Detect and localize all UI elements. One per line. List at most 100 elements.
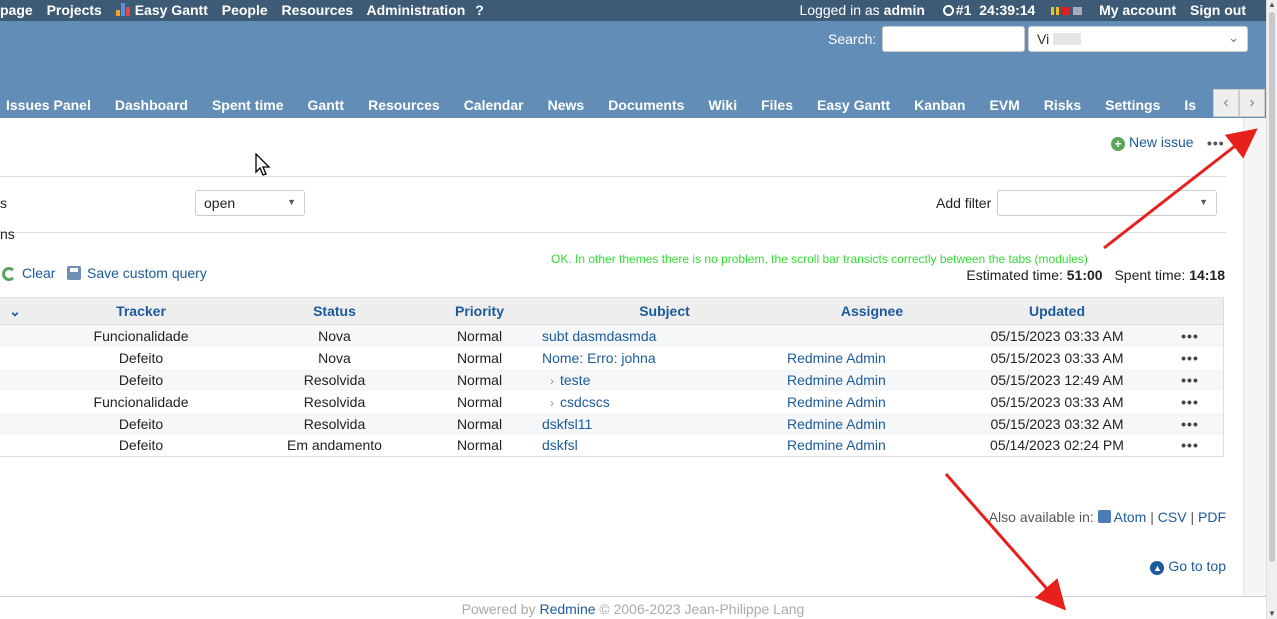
assignee-link[interactable]: Redmine Admin: [787, 416, 886, 432]
scrollbar-thumb[interactable]: [1269, 12, 1275, 562]
tab-files[interactable]: Files: [761, 93, 793, 117]
tab-gantt[interactable]: Gantt: [308, 93, 345, 117]
issue-subject-link[interactable]: teste: [560, 372, 590, 388]
tab-risks[interactable]: Risks: [1044, 93, 1081, 117]
top-menu-projects[interactable]: Projects: [47, 2, 102, 18]
assignee-link[interactable]: Redmine Admin: [787, 437, 886, 453]
logged-in-user[interactable]: admin: [884, 2, 925, 18]
stopwatch-icon: [942, 5, 954, 16]
column-header-assignee[interactable]: Assignee: [787, 297, 957, 325]
top-menu-people[interactable]: People: [222, 2, 268, 18]
tab-easy-gantt[interactable]: Easy Gantt: [817, 93, 890, 117]
top-menu-home[interactable]: page: [0, 2, 33, 18]
my-account-link[interactable]: My account: [1099, 2, 1176, 18]
tab-news[interactable]: News: [548, 93, 585, 117]
row-actions-icon[interactable]: •••: [1157, 390, 1224, 413]
timer-value: 24:39:14: [979, 2, 1036, 18]
table-row[interactable]: Defeito Nova Normal Nome: Erro: johna Redmin…: [0, 346, 1224, 369]
new-issue-link[interactable]: + New issue: [1111, 134, 1194, 151]
row-select-cell[interactable]: [0, 324, 30, 347]
tabs-scroll-left-button[interactable]: ‹: [1213, 89, 1239, 117]
updated-cell: 05/15/2023 12:49 AM: [957, 368, 1157, 391]
help-icon[interactable]: ?: [475, 2, 484, 18]
tab-evm[interactable]: EVM: [989, 93, 1019, 117]
table-row[interactable]: Defeito Resolvida Normal › teste Redmine Admi…: [0, 368, 1224, 391]
chevron-left-icon: ‹: [1223, 94, 1229, 111]
tab-issues-panel[interactable]: Issues Panel: [6, 93, 91, 117]
row-select-cell[interactable]: [0, 412, 30, 435]
tab-issues-truncated[interactable]: Is: [1184, 93, 1196, 117]
tab-settings[interactable]: Settings: [1105, 93, 1160, 117]
caret-down-icon: ▼: [287, 197, 296, 207]
add-filter-select[interactable]: ▼: [997, 190, 1217, 216]
issue-subject-link[interactable]: dskfsl11: [542, 416, 592, 432]
table-row[interactable]: Funcionalidade Nova Normal subt dasmdasmda 0…: [0, 324, 1224, 347]
tab-kanban[interactable]: Kanban: [914, 93, 965, 117]
scroll-up-arrow-icon[interactable]: ▲: [1268, 0, 1276, 9]
top-menu-administration[interactable]: Administration: [367, 2, 466, 18]
status-operator-select[interactable]: open ▼: [195, 190, 305, 216]
table-row[interactable]: Funcionalidade Resolvida Normal › csdcscs Red…: [0, 390, 1224, 413]
tab-dashboard[interactable]: Dashboard: [115, 93, 188, 117]
page-scrollbar[interactable]: ▲ ▼: [1266, 0, 1277, 619]
scroll-down-arrow-icon[interactable]: ▼: [1268, 609, 1276, 618]
row-actions-icon[interactable]: •••: [1157, 368, 1224, 391]
assignee-link[interactable]: Redmine Admin: [787, 394, 886, 410]
stop-icon[interactable]: [1062, 7, 1071, 15]
row-select-cell[interactable]: [0, 368, 30, 391]
row-select-cell[interactable]: [0, 434, 30, 457]
options-label[interactable]: ns: [0, 226, 15, 242]
column-header-status[interactable]: Status: [252, 297, 417, 325]
assignee-cell: Redmine Admin: [787, 412, 957, 435]
list-icon[interactable]: [1073, 7, 1083, 15]
search-input[interactable]: [882, 26, 1025, 52]
tab-documents[interactable]: Documents: [608, 93, 684, 117]
row-actions-icon[interactable]: •••: [1157, 434, 1224, 457]
csv-link[interactable]: CSV: [1158, 509, 1187, 525]
column-header-tracker[interactable]: Tracker: [30, 297, 252, 325]
tab-calendar[interactable]: Calendar: [464, 93, 524, 117]
save-custom-query-link[interactable]: Save custom query: [67, 265, 207, 281]
row-select-cell[interactable]: [0, 346, 30, 369]
column-header-updated[interactable]: Updated: [957, 297, 1157, 325]
content-scrollbar[interactable]: [1243, 118, 1266, 597]
clear-filters-link[interactable]: Clear: [2, 265, 55, 281]
timer-issue: #1: [955, 2, 972, 18]
tab-wiki[interactable]: Wiki: [708, 93, 737, 117]
top-menu-easy-gantt[interactable]: Easy Gantt: [115, 2, 208, 18]
issue-subject-link[interactable]: subt dasmdasmda: [542, 328, 656, 344]
column-header-subject[interactable]: Subject: [542, 297, 787, 325]
row-actions-icon[interactable]: •••: [1157, 346, 1224, 369]
row-actions-icon[interactable]: •••: [1157, 412, 1224, 435]
header: Search: Vi ⌄ Issues Panel Dashboard Spent …: [0, 21, 1266, 118]
tabs-scroll-right-button[interactable]: ›: [1239, 89, 1265, 117]
annotation-arrow-bottom: [944, 473, 1066, 611]
assignee-link[interactable]: Redmine Admin: [787, 350, 886, 366]
column-header-priority[interactable]: Priority: [417, 297, 542, 325]
top-menu-resources[interactable]: Resources: [282, 2, 354, 18]
issue-subject-link[interactable]: csdcscs: [560, 394, 610, 410]
issue-subject-link[interactable]: dskfsl: [542, 437, 578, 453]
more-actions-icon[interactable]: •••: [1207, 135, 1225, 151]
sign-out-link[interactable]: Sign out: [1190, 2, 1246, 18]
atom-link[interactable]: Atom: [1097, 509, 1146, 525]
table-row[interactable]: Defeito Em andamento Normal dskfsl Redmine A…: [0, 434, 1224, 457]
pdf-link[interactable]: PDF: [1198, 509, 1226, 525]
issue-subject-link[interactable]: Nome: Erro: johna: [542, 350, 656, 366]
row-select-cell[interactable]: [0, 390, 30, 413]
project-jump-select[interactable]: Vi ⌄: [1028, 26, 1248, 52]
subject-cell: dskfsl: [542, 434, 787, 457]
go-to-top-link[interactable]: ▲ Go to top: [1150, 558, 1226, 575]
timer-controls[interactable]: [1051, 2, 1085, 18]
chevron-right-icon[interactable]: ›: [550, 396, 554, 410]
pause-icon[interactable]: [1051, 7, 1055, 15]
timer-widget[interactable]: #1 24:39:14: [942, 2, 1036, 18]
row-actions-icon[interactable]: •••: [1157, 324, 1224, 347]
redmine-link[interactable]: Redmine: [539, 601, 595, 617]
tab-spent-time[interactable]: Spent time: [212, 93, 284, 117]
tab-resources[interactable]: Resources: [368, 93, 440, 117]
chevron-right-icon[interactable]: ›: [550, 374, 554, 388]
assignee-link[interactable]: Redmine Admin: [787, 372, 886, 388]
select-all-toggle[interactable]: ⌄: [0, 297, 30, 325]
table-row[interactable]: Defeito Resolvida Normal dskfsl11 Redmine Ad…: [0, 412, 1224, 435]
